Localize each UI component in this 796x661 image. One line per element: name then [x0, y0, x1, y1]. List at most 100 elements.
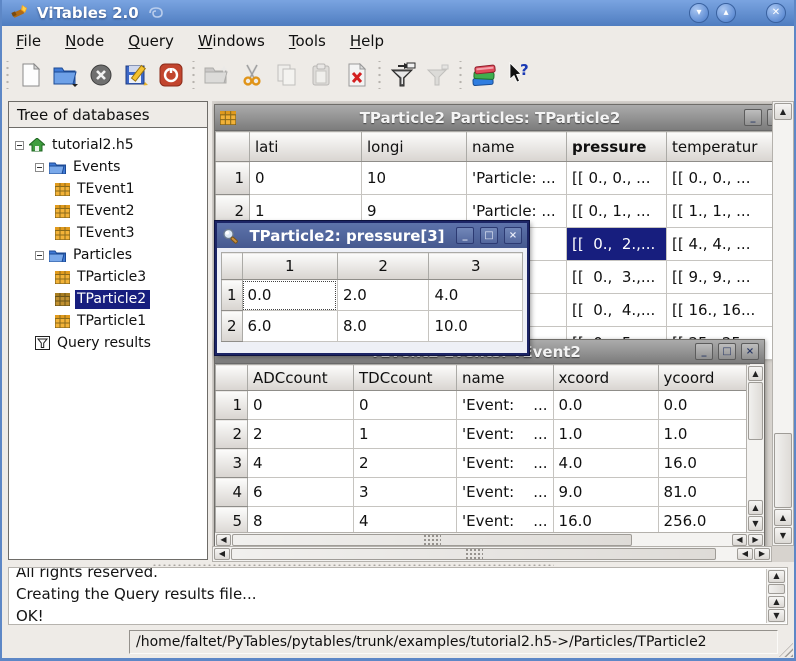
- column-header-2[interactable]: 2: [336, 252, 430, 280]
- collapse-expander-icon[interactable]: [35, 250, 44, 260]
- cell[interactable]: [[ 1., 1., ...: [666, 194, 777, 228]
- row-header[interactable]: 2: [215, 419, 248, 449]
- row-header[interactable]: 3: [215, 448, 248, 478]
- cell[interactable]: 1.0: [552, 419, 659, 449]
- column-header-pressure[interactable]: pressure: [566, 131, 667, 162]
- cell[interactable]: 4.0: [552, 448, 659, 478]
- close-button[interactable]: ×: [504, 227, 522, 244]
- cell[interactable]: 1.0: [657, 419, 750, 449]
- copy-node-icon[interactable]: [271, 60, 302, 91]
- new-file-icon[interactable]: [15, 60, 46, 91]
- column-header-ycoord[interactable]: ycoord: [657, 364, 750, 391]
- scroll-up-arrow[interactable]: ▲: [768, 570, 785, 583]
- cell[interactable]: [[ 0., 0., ...: [666, 161, 777, 195]
- row-header[interactable]: 4: [215, 477, 248, 507]
- whats-this-icon[interactable]: ?: [503, 60, 534, 91]
- minimize-button[interactable]: _: [695, 343, 713, 360]
- tree-item-tparticle1[interactable]: TParticle1: [9, 310, 207, 332]
- column-header-longi[interactable]: longi: [361, 131, 467, 162]
- cell[interactable]: 2: [353, 448, 457, 478]
- column-header-xcoord[interactable]: xcoord: [552, 364, 659, 391]
- exit-icon[interactable]: [155, 60, 186, 91]
- mdi-horizontal-scrollbar[interactable]: ◀ ◀ ▶: [212, 546, 772, 562]
- cell[interactable]: [[ 16., 16...: [666, 293, 777, 327]
- maximize-button[interactable]: □: [718, 343, 736, 360]
- cell[interactable]: 0.0: [657, 390, 750, 420]
- minimize-button[interactable]: _: [744, 109, 762, 126]
- scroll-down-arrow[interactable]: ▼: [774, 527, 792, 544]
- cell[interactable]: 4.0: [428, 279, 523, 311]
- cell[interactable]: 'Event: ...: [456, 448, 554, 478]
- tree-item-tparticle2-selected[interactable]: TParticle2: [9, 288, 207, 310]
- cell[interactable]: [[ 0., 4.,...: [566, 293, 667, 327]
- column-header-3[interactable]: 3: [428, 252, 523, 280]
- column-header-name[interactable]: name: [456, 364, 554, 391]
- cut-node-icon[interactable]: [236, 60, 267, 91]
- cell[interactable]: 10.0: [428, 310, 523, 342]
- scroll-up-arrow[interactable]: ▲: [748, 500, 763, 515]
- cell[interactable]: [[ 0., 1., ...: [566, 194, 667, 228]
- close-file-icon[interactable]: [85, 60, 116, 91]
- menu-query[interactable]: Query: [128, 32, 174, 50]
- close-button[interactable]: ×: [741, 343, 759, 360]
- collapse-expander-icon[interactable]: [15, 140, 24, 150]
- cell[interactable]: 8.0: [336, 310, 430, 342]
- cell[interactable]: 0: [247, 390, 354, 420]
- maximize-button[interactable]: ▴: [716, 3, 736, 23]
- resize-grip[interactable]: [779, 643, 793, 657]
- menu-node[interactable]: Node: [65, 32, 104, 50]
- column-header-adccount[interactable]: ADCcount: [247, 364, 354, 391]
- delete-queries-icon[interactable]: [422, 60, 453, 91]
- cell[interactable]: [[ 9., 9., ...: [666, 260, 777, 294]
- scroll-left-arrow[interactable]: ◀: [214, 548, 230, 560]
- scroll-up-arrow[interactable]: ▲: [768, 595, 785, 609]
- tree-item-events[interactable]: Events: [9, 156, 207, 178]
- cell[interactable]: 81.0: [657, 477, 750, 507]
- save-as-icon[interactable]: [120, 60, 151, 91]
- menu-file[interactable]: File: [16, 32, 41, 50]
- column-header-name[interactable]: name: [466, 131, 567, 162]
- scroll-up-arrow[interactable]: ▲: [774, 509, 792, 526]
- column-header-temperature[interactable]: temperatur: [666, 131, 777, 162]
- paste-node-icon[interactable]: [306, 60, 337, 91]
- pressure-dialog[interactable]: TParticle2: pressure[3] _ □ × 1 2 3 1 0.…: [214, 220, 530, 356]
- column-header-1[interactable]: 1: [241, 252, 338, 280]
- cell[interactable]: [[ 0., 0., ...: [566, 161, 667, 195]
- cell[interactable]: 'Event: ...: [456, 390, 554, 420]
- menu-windows[interactable]: Windows: [198, 32, 265, 50]
- tree-item-tparticle3[interactable]: TParticle3: [9, 266, 207, 288]
- tree-item-tevent3[interactable]: TEvent3: [9, 222, 207, 244]
- tree-item-particles[interactable]: Particles: [9, 244, 207, 266]
- pressure-dialog-titlebar[interactable]: TParticle2: pressure[3] _ □ ×: [217, 223, 527, 248]
- cell[interactable]: [[ 0., 3.,...: [566, 260, 667, 294]
- maximize-button[interactable]: □: [480, 227, 498, 244]
- row-header[interactable]: 1: [215, 161, 250, 195]
- column-header-tdccount[interactable]: TDCcount: [353, 364, 457, 391]
- cell[interactable]: 'Event: ...: [456, 419, 554, 449]
- cell[interactable]: 6: [247, 477, 354, 507]
- tree-item-query-results[interactable]: Query results: [9, 332, 207, 354]
- users-guide-icon[interactable]: [468, 60, 499, 91]
- scroll-right-arrow[interactable]: ▶: [754, 548, 770, 560]
- tevent2-window[interactable]: TEvent2 Events: TEvent2 _ □ × ADCcount T…: [214, 339, 765, 548]
- cell[interactable]: 0: [249, 161, 362, 195]
- scroll-up-arrow[interactable]: ▲: [748, 366, 763, 381]
- scroll-right-arrow[interactable]: ▶: [748, 534, 763, 546]
- column-header-lati[interactable]: lati: [249, 131, 362, 162]
- tree-item-tevent2[interactable]: TEvent2: [9, 200, 207, 222]
- minimize-button[interactable]: ▾: [689, 3, 709, 23]
- scroll-up-arrow[interactable]: ▲: [774, 103, 792, 120]
- scroll-down-arrow[interactable]: ▼: [748, 516, 763, 531]
- cell[interactable]: 10: [361, 161, 467, 195]
- tparticle2-window-titlebar[interactable]: TParticle2 Particles: TParticle2 _ □ ×: [215, 105, 794, 131]
- tevent2-vertical-scrollbar[interactable]: ▲ ▲ ▼: [746, 365, 764, 532]
- cell[interactable]: 2: [247, 419, 354, 449]
- cell[interactable]: 1: [353, 419, 457, 449]
- cell[interactable]: [[ 4., 4., ...: [666, 227, 777, 261]
- scroll-left-arrow[interactable]: ◀: [216, 534, 231, 546]
- cell[interactable]: 16.0: [657, 448, 750, 478]
- menu-tools[interactable]: Tools: [289, 32, 326, 50]
- cell[interactable]: 2.0: [336, 279, 430, 311]
- cell[interactable]: 4: [247, 448, 354, 478]
- window-titlebar[interactable]: ViTables 2.0 ▾ ▴ ✕: [2, 0, 794, 26]
